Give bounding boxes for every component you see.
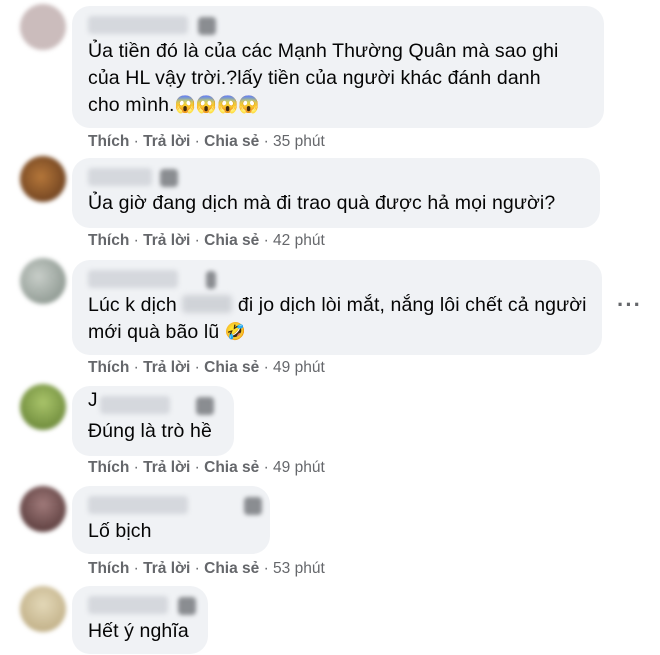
timestamp[interactable]: 35 phút xyxy=(273,133,325,150)
comment-actions: Thích · Trả lời · Chia sẻ · 49 phút xyxy=(88,459,325,477)
comment-bubble: Hết ý nghĩa xyxy=(72,586,208,654)
like-link[interactable]: Thích xyxy=(88,359,129,376)
comment-text: Lúc k dịch đi jo dịch lòi mắt, nắng lôi … xyxy=(88,294,587,343)
comment-actions: Thích · Trả lời · Chia sẻ · 35 phút xyxy=(88,133,325,151)
badge-icon xyxy=(198,17,216,35)
comment-bubble: Lúc k dịch đi jo dịch lòi mắt, nắng lôi … xyxy=(72,260,602,355)
badge-icon xyxy=(196,397,214,415)
avatar[interactable] xyxy=(20,384,66,430)
avatar[interactable] xyxy=(20,4,66,50)
separator: · xyxy=(129,459,144,476)
comment-actions: Thích · Trả lời · Chia sẻ · 49 phút xyxy=(88,359,325,377)
comment-bubble: Lố bịch xyxy=(72,486,270,554)
comment-actions: Thích · Trả lời · Chia sẻ · 42 phút xyxy=(88,232,325,250)
avatar[interactable] xyxy=(20,258,66,304)
like-link[interactable]: Thích xyxy=(88,232,129,249)
separator: · xyxy=(190,459,205,476)
reply-link[interactable]: Trả lời xyxy=(143,459,190,476)
share-link[interactable]: Chia sẻ xyxy=(204,133,259,150)
separator: · xyxy=(129,359,144,376)
censored-word xyxy=(182,295,233,313)
separator: · xyxy=(190,560,205,577)
timestamp[interactable]: 49 phút xyxy=(273,359,325,376)
avatar[interactable] xyxy=(20,486,66,532)
like-link[interactable]: Thích xyxy=(88,560,129,577)
reply-link[interactable]: Trả lời xyxy=(143,359,190,376)
comment-text: Ủa tiền đó là của các Mạnh Thường Quân m… xyxy=(88,40,559,116)
badge-icon xyxy=(244,497,262,515)
like-link[interactable]: Thích xyxy=(88,459,129,476)
badge-icon xyxy=(160,169,178,187)
rofl-emoji: 🤣 xyxy=(224,322,247,341)
author-name[interactable] xyxy=(88,16,590,38)
comment-text: Hết ý nghĩa xyxy=(88,620,189,642)
share-link[interactable]: Chia sẻ xyxy=(204,232,259,249)
author-name[interactable] xyxy=(88,168,586,190)
timestamp[interactable]: 53 phút xyxy=(273,560,325,577)
separator: · xyxy=(259,359,274,376)
share-link[interactable]: Chia sẻ xyxy=(204,359,259,376)
author-name[interactable] xyxy=(88,496,262,518)
like-link[interactable]: Thích xyxy=(88,133,129,150)
timestamp[interactable]: 49 phút xyxy=(273,459,325,476)
comment-text: Đúng là trò hề xyxy=(88,420,212,442)
reply-link[interactable]: Trả lời xyxy=(143,560,190,577)
separator: · xyxy=(129,232,144,249)
more-options-icon[interactable]: ··· xyxy=(617,292,642,318)
timestamp[interactable]: 42 phút xyxy=(273,232,325,249)
separator: · xyxy=(259,560,274,577)
separator: · xyxy=(190,232,205,249)
author-name[interactable]: J xyxy=(88,390,220,418)
separator: · xyxy=(190,133,205,150)
separator: · xyxy=(129,133,144,150)
scream-emoji: 😱😱😱😱 xyxy=(174,95,260,114)
comment-bubble: J Đúng là trò hề xyxy=(72,386,234,456)
share-link[interactable]: Chia sẻ xyxy=(204,459,259,476)
reply-link[interactable]: Trả lời xyxy=(143,232,190,249)
avatar[interactable] xyxy=(20,156,66,202)
separator: · xyxy=(259,459,274,476)
share-link[interactable]: Chia sẻ xyxy=(204,560,259,577)
reply-link[interactable]: Trả lời xyxy=(143,133,190,150)
badge-icon xyxy=(206,271,216,289)
separator: · xyxy=(259,133,274,150)
comment-actions: Thích · Trả lời · Chia sẻ · 53 phút xyxy=(88,560,325,578)
separator: · xyxy=(259,232,274,249)
comment-bubble: Ủa tiền đó là của các Mạnh Thường Quân m… xyxy=(72,6,604,128)
avatar[interactable] xyxy=(20,586,66,632)
comment-text: Lố bịch xyxy=(88,520,152,542)
author-name[interactable] xyxy=(88,596,196,618)
comment-text: Ủa giờ đang dịch mà đi trao quà được hả … xyxy=(88,192,556,214)
author-name[interactable] xyxy=(88,270,588,292)
author-initial: J xyxy=(88,390,98,411)
comment-bubble: Ủa giờ đang dịch mà đi trao quà được hả … xyxy=(72,158,600,228)
badge-icon xyxy=(178,597,196,615)
separator: · xyxy=(129,560,144,577)
separator: · xyxy=(190,359,205,376)
